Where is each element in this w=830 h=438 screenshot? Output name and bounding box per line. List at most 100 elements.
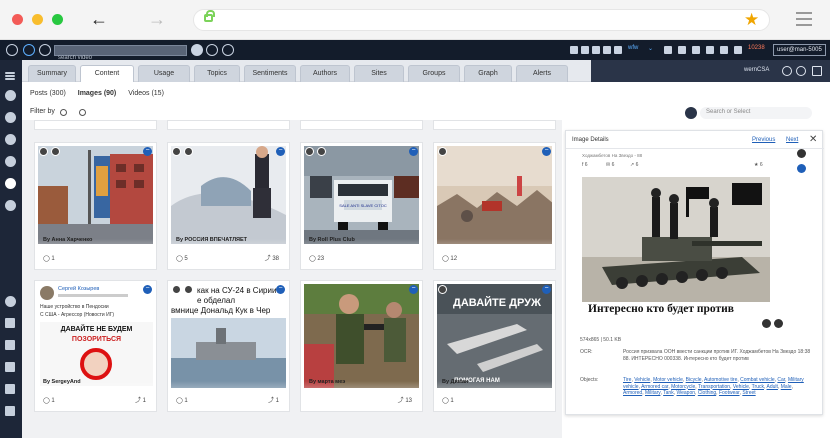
edit-icon[interactable] — [592, 46, 600, 54]
zoom-icon[interactable] — [39, 147, 48, 156]
object-tag-link[interactable]: Transportation — [698, 384, 730, 390]
target-icon[interactable] — [774, 319, 783, 328]
zoom-icon[interactable] — [438, 147, 447, 156]
object-tag-link[interactable]: Adult — [767, 384, 778, 390]
user-icon[interactable] — [678, 46, 686, 54]
remove-icon[interactable]: − — [143, 285, 152, 294]
zoom-icon[interactable] — [172, 147, 181, 156]
next-link[interactable]: Next — [786, 137, 798, 143]
object-tag-link[interactable]: Weapon — [676, 390, 695, 396]
object-tag-link[interactable]: Armored car — [641, 384, 668, 390]
settings-panel-icon[interactable] — [796, 66, 806, 76]
subtab-videos[interactable]: Videos (15) — [128, 90, 164, 97]
browser-menu-icon[interactable] — [796, 12, 812, 30]
view-icon[interactable] — [51, 147, 60, 156]
object-tag-link[interactable]: Automotive tire — [704, 377, 737, 383]
hamburger-icon[interactable] — [5, 72, 15, 74]
pin-icon[interactable] — [581, 46, 589, 54]
image-card[interactable]: ◯ 12 − — [433, 142, 556, 270]
object-tag-link[interactable]: Clothing — [698, 390, 716, 396]
zoom-icon[interactable] — [305, 147, 314, 156]
heart-icon[interactable] — [797, 149, 806, 158]
object-tag-link[interactable]: Truck — [752, 384, 764, 390]
download-icon[interactable] — [762, 319, 771, 328]
pill-text[interactable]: wfw — [628, 45, 638, 51]
share-icon[interactable] — [570, 46, 578, 54]
globe-nav-icon[interactable] — [5, 134, 16, 145]
previous-link[interactable]: Previous — [752, 137, 775, 143]
tag-icon[interactable] — [5, 318, 15, 328]
bell-icon[interactable] — [734, 46, 742, 54]
object-tag-link[interactable]: Military — [645, 390, 660, 396]
remove-icon[interactable]: − — [143, 147, 152, 156]
globe-icon[interactable] — [39, 44, 51, 56]
people-icon[interactable] — [5, 200, 16, 211]
zoom-icon[interactable] — [172, 285, 181, 294]
minimize-window-dot[interactable] — [32, 14, 43, 25]
image-card[interactable]: Сергей Козырев Наше устройство в Пендоси… — [34, 280, 157, 412]
search-or-select[interactable]: Search or Select — [700, 107, 812, 119]
remove-icon[interactable]: − — [409, 147, 418, 156]
remove-icon[interactable]: − — [542, 147, 551, 156]
bookmark-star-icon[interactable]: ★ — [744, 9, 759, 31]
zoom-icon[interactable] — [438, 285, 447, 294]
help-icon[interactable] — [706, 46, 714, 54]
camera-icon[interactable] — [206, 44, 218, 56]
clock-filter-icon[interactable] — [60, 109, 67, 116]
search-box[interactable] — [54, 45, 187, 63]
image-card[interactable]: ДАВАЙТЕ ДРУЖ ПОМОГАЯ НАМ By Диман ◯ 1 − — [433, 280, 556, 412]
image-card[interactable]: By РОССИЯ ВПЕЧАТЛЯЕТ ◯ 5 ⤴ 38 − — [167, 142, 290, 270]
view-icon[interactable] — [317, 147, 326, 156]
search-nav-icon[interactable] — [5, 112, 16, 123]
tab-graph[interactable]: Graph — [464, 65, 512, 82]
message-icon[interactable] — [5, 340, 15, 350]
object-tag-link[interactable]: Car — [777, 377, 785, 383]
address-bar[interactable] — [193, 9, 770, 31]
tab-content[interactable]: Content — [80, 65, 134, 82]
object-tag-link[interactable]: Vehicle — [733, 384, 749, 390]
tab-authors[interactable]: Authors — [300, 65, 350, 82]
object-tag-link[interactable]: Motorcycle — [671, 384, 695, 390]
settings-icon[interactable] — [222, 44, 234, 56]
list-icon[interactable] — [664, 46, 672, 54]
tab-groups[interactable]: Groups — [408, 65, 460, 82]
close-window-dot[interactable] — [12, 14, 23, 25]
note-icon[interactable] — [5, 362, 15, 372]
remove-icon[interactable]: − — [409, 285, 418, 294]
chart-icon[interactable] — [614, 46, 622, 54]
user-menu[interactable]: user@man-5005 — [773, 44, 826, 56]
back-arrow-icon[interactable]: ← — [90, 8, 108, 30]
analytics-icon[interactable] — [5, 156, 16, 167]
active-nav-icon[interactable] — [5, 178, 16, 189]
object-tag-link[interactable]: Bicycle — [686, 377, 702, 383]
remove-icon[interactable]: − — [542, 285, 551, 294]
remove-icon[interactable]: − — [276, 285, 285, 294]
folder-nav-icon[interactable] — [5, 406, 15, 416]
tab-sentiments[interactable]: Sentiments — [244, 65, 296, 82]
tab-topics[interactable]: Topics — [194, 65, 240, 82]
funnel-icon[interactable] — [685, 107, 697, 119]
object-tag-link[interactable]: Motor vehicle — [653, 377, 683, 383]
image-card[interactable]: By Анна Харченко ◯ 1 − — [34, 142, 157, 270]
image-card[interactable]: как на СУ-24 в Сирии е обделал вмнице До… — [167, 280, 290, 412]
chevron-down-icon[interactable]: ⌄ — [648, 45, 653, 52]
subtab-posts[interactable]: Posts (300) — [30, 90, 66, 97]
remove-details-icon[interactable] — [797, 164, 806, 173]
tab-sites[interactable]: Sites — [354, 65, 404, 82]
object-tag-link[interactable]: Street — [742, 390, 755, 396]
maximize-window-dot[interactable] — [52, 14, 63, 25]
info-icon[interactable] — [720, 46, 728, 54]
image-card[interactable]: SALE ANTI SLAVE CITOC By Roll Plus Club … — [300, 142, 423, 270]
network-icon[interactable] — [23, 44, 35, 56]
tab-summary[interactable]: Summary — [28, 65, 76, 82]
subtab-images[interactable]: Images (90) — [78, 90, 117, 97]
forward-arrow-icon[interactable]: → — [148, 8, 166, 30]
object-tag-link[interactable]: Combat vehicle — [740, 377, 774, 383]
refresh-icon[interactable] — [782, 66, 792, 76]
object-tag-link[interactable]: Tank — [663, 390, 674, 396]
tab-alerts[interactable]: Alerts — [516, 65, 568, 82]
dashboard-icon[interactable] — [5, 90, 16, 101]
document-icon[interactable] — [5, 384, 15, 394]
object-tag-link[interactable]: Vehicle — [634, 377, 650, 383]
object-tag-link[interactable]: Tire — [623, 377, 631, 383]
